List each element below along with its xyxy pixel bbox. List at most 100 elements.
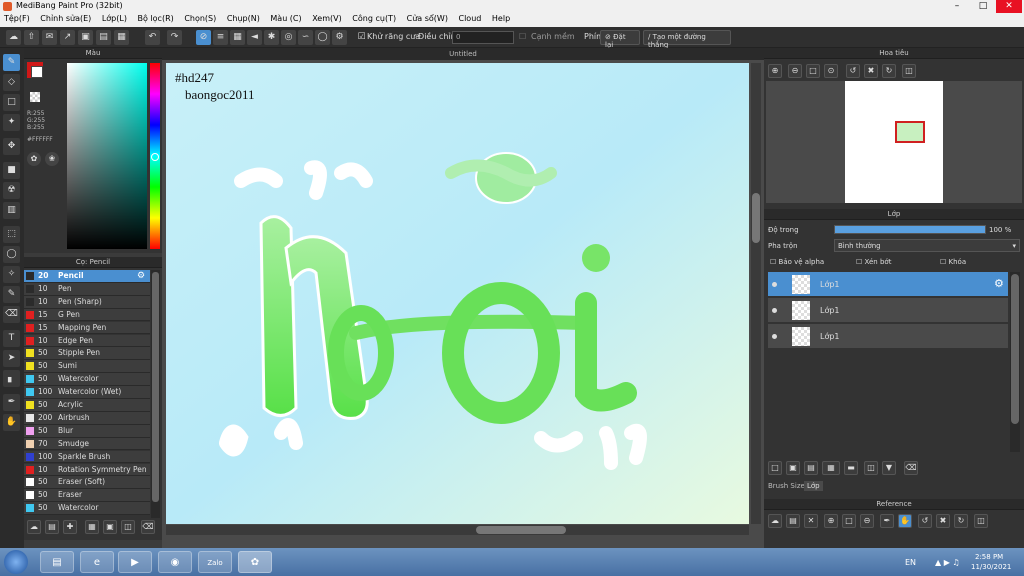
blend-select[interactable]: Bình thường ▾ xyxy=(834,239,1020,252)
fill-rect-icon[interactable]: ■ xyxy=(3,162,20,179)
brush-item[interactable]: 50 Watercolor xyxy=(24,373,150,386)
text-tool-icon[interactable]: T xyxy=(3,330,20,347)
menu-select[interactable]: Chọn(S) xyxy=(180,13,220,24)
ref-flip-icon[interactable]: ◫ xyxy=(974,514,988,528)
snap-circle-icon[interactable]: ◎ xyxy=(281,30,296,45)
nav-actual-icon[interactable]: ⊙ xyxy=(824,64,838,78)
nav-fit-icon[interactable]: □ xyxy=(806,64,820,78)
select-tool-icon[interactable]: ⬚ xyxy=(3,226,20,243)
brush-item[interactable]: 20 Pencil ⚙ xyxy=(24,270,150,283)
snap-parallel-icon[interactable]: ≡ xyxy=(213,30,228,45)
gradient-tool-icon[interactable]: ▥ xyxy=(3,202,20,219)
brush-scroll-thumb[interactable] xyxy=(152,272,159,502)
medibang-taskbar-icon[interactable]: ✿ xyxy=(238,551,272,573)
clock-date[interactable]: 11/30/2021 xyxy=(971,563,1011,571)
media-icon[interactable]: ▶ xyxy=(118,551,152,573)
menu-window[interactable]: Cửa sổ(W) xyxy=(403,13,452,24)
canvas-tab[interactable]: Untitled xyxy=(162,48,764,60)
snap-off-icon[interactable]: ⊘ xyxy=(196,30,211,45)
select-eraser-icon[interactable]: ⌫ xyxy=(3,306,20,323)
nav-flip-icon[interactable]: ◫ xyxy=(902,64,916,78)
eye-icon[interactable] xyxy=(772,282,777,287)
layer-delete-icon[interactable]: ⌫ xyxy=(904,461,918,475)
clipping-checkbox[interactable]: ☐ Xén bớt xyxy=(856,258,891,266)
menu-color[interactable]: Màu (C) xyxy=(266,13,305,24)
close-button[interactable]: ✕ xyxy=(996,0,1022,13)
menu-file[interactable]: Tệp(F) xyxy=(0,13,34,24)
upload-icon[interactable]: ⇧ xyxy=(24,30,39,45)
primary-color-swatch[interactable] xyxy=(31,66,43,78)
explorer-icon[interactable]: ▤ xyxy=(40,551,74,573)
operation-tool-icon[interactable]: ➤ xyxy=(3,350,20,367)
magic-wand-icon[interactable]: ✧ xyxy=(3,266,20,283)
export-icon[interactable]: ↗ xyxy=(60,30,75,45)
layer-list-scrollbar[interactable] xyxy=(1010,272,1020,452)
snap-radial-icon[interactable]: ✱ xyxy=(264,30,279,45)
menu-snap[interactable]: Chụp(N) xyxy=(223,13,264,24)
layer-add-menu-icon[interactable]: ▦ xyxy=(822,461,840,475)
select-pen-icon[interactable]: ✎ xyxy=(3,286,20,303)
ref-zoom-out-icon[interactable]: ⊖ xyxy=(860,514,874,528)
brush-item[interactable]: 10 Edge Pen xyxy=(24,334,150,348)
eyedropper-icon[interactable]: ✒ xyxy=(3,394,20,411)
start-button[interactable] xyxy=(4,550,28,574)
menu-tools[interactable]: Công cụ(T) xyxy=(348,13,400,24)
menu-edit[interactable]: Chỉnh sửa(E) xyxy=(36,13,95,24)
brush-item[interactable]: 100 Sparkle Brush xyxy=(24,450,150,464)
tab-brush-size[interactable]: Brush Size xyxy=(768,482,805,490)
dot-tool-icon[interactable]: ✦ xyxy=(3,114,20,131)
brush-item[interactable]: 15 G Pen xyxy=(24,308,150,322)
saturation-value-picker[interactable] xyxy=(67,63,147,249)
brush-copy-icon[interactable]: ▦ xyxy=(85,520,99,534)
ref-cloud-icon[interactable]: ☁ xyxy=(768,514,782,528)
language-indicator[interactable]: EN xyxy=(905,558,916,567)
ref-open-icon[interactable]: ▤ xyxy=(786,514,800,528)
brush-item[interactable]: 50 Stipple Pen xyxy=(24,347,150,361)
navigator-viewport[interactable] xyxy=(895,121,925,143)
brush-item[interactable]: 50 Sumi xyxy=(24,360,150,374)
brush-add-icon[interactable]: ✚ xyxy=(63,520,77,534)
layer-row[interactable]: Lớp1 ⚙ xyxy=(768,272,1008,297)
minimize-button[interactable]: – xyxy=(944,0,970,13)
divide-tool-icon[interactable]: ▖ xyxy=(3,370,20,387)
ruler-button[interactable]: ∕ Tạo một đường thẳng xyxy=(643,30,731,49)
brush-item[interactable]: 50 Eraser (Soft) xyxy=(24,476,150,490)
ref-close-icon[interactable]: ✕ xyxy=(804,514,818,528)
ref-reset-icon[interactable]: ✖ xyxy=(936,514,950,528)
opacity-slider[interactable] xyxy=(834,225,986,234)
chrome-like-icon[interactable]: ◉ xyxy=(158,551,192,573)
move-tool-icon[interactable]: ✥ xyxy=(3,138,20,155)
canvas-hscrollbar[interactable] xyxy=(166,525,749,535)
brush-duplicate-icon[interactable]: ◫ xyxy=(121,520,135,534)
comment-icon[interactable]: ✉ xyxy=(42,30,57,45)
menu-cloud[interactable]: Cloud xyxy=(455,13,486,24)
color-picker-icon[interactable]: ❀ xyxy=(45,152,59,166)
brush-tool-icon[interactable]: ✎ xyxy=(3,54,20,71)
brush-list-scrollbar[interactable] xyxy=(151,270,160,518)
ref-rotate-left-icon[interactable]: ↺ xyxy=(918,514,932,528)
menu-filter[interactable]: Bộ lọc(R) xyxy=(134,13,178,24)
rect-tool-icon[interactable]: □ xyxy=(3,94,20,111)
lasso-tool-icon[interactable]: ◯ xyxy=(3,246,20,263)
brush-item[interactable]: 15 Mapping Pen xyxy=(24,321,150,335)
brush-item[interactable]: 70 Smudge xyxy=(24,437,150,451)
layer-new-icon[interactable]: □ xyxy=(768,461,782,475)
canvas-hscroll-thumb[interactable] xyxy=(476,526,566,534)
brush-item[interactable]: 100 Watercolor (Wet) xyxy=(24,386,150,399)
cloud-icon[interactable]: ☁ xyxy=(6,30,21,45)
ie-icon[interactable]: e xyxy=(80,551,114,573)
lock-checkbox[interactable]: ☐ Khóa xyxy=(940,258,966,266)
nav-rotate-left-icon[interactable]: ↺ xyxy=(846,64,860,78)
menu-layer[interactable]: Lớp(L) xyxy=(98,13,131,24)
brush-folder2-icon[interactable]: ▣ xyxy=(103,520,117,534)
brush-folder-icon[interactable]: ▤ xyxy=(45,520,59,534)
hand-tool-icon[interactable]: ✋ xyxy=(3,414,20,431)
maximize-button[interactable]: □ xyxy=(970,0,996,13)
brush-item[interactable]: 50 Blur xyxy=(24,424,150,438)
palette-icon[interactable]: ✿ xyxy=(27,152,41,166)
drawing-canvas[interactable]: #hd247 baongoc2011 xyxy=(166,63,749,524)
zalo-icon[interactable]: Zalo xyxy=(198,551,232,573)
tray-icons[interactable]: ▲ ▶ ♫ xyxy=(935,558,960,567)
ref-eyedropper-icon[interactable]: ✒ xyxy=(880,514,894,528)
layer-duplicate-icon[interactable]: ◫ xyxy=(864,461,878,475)
